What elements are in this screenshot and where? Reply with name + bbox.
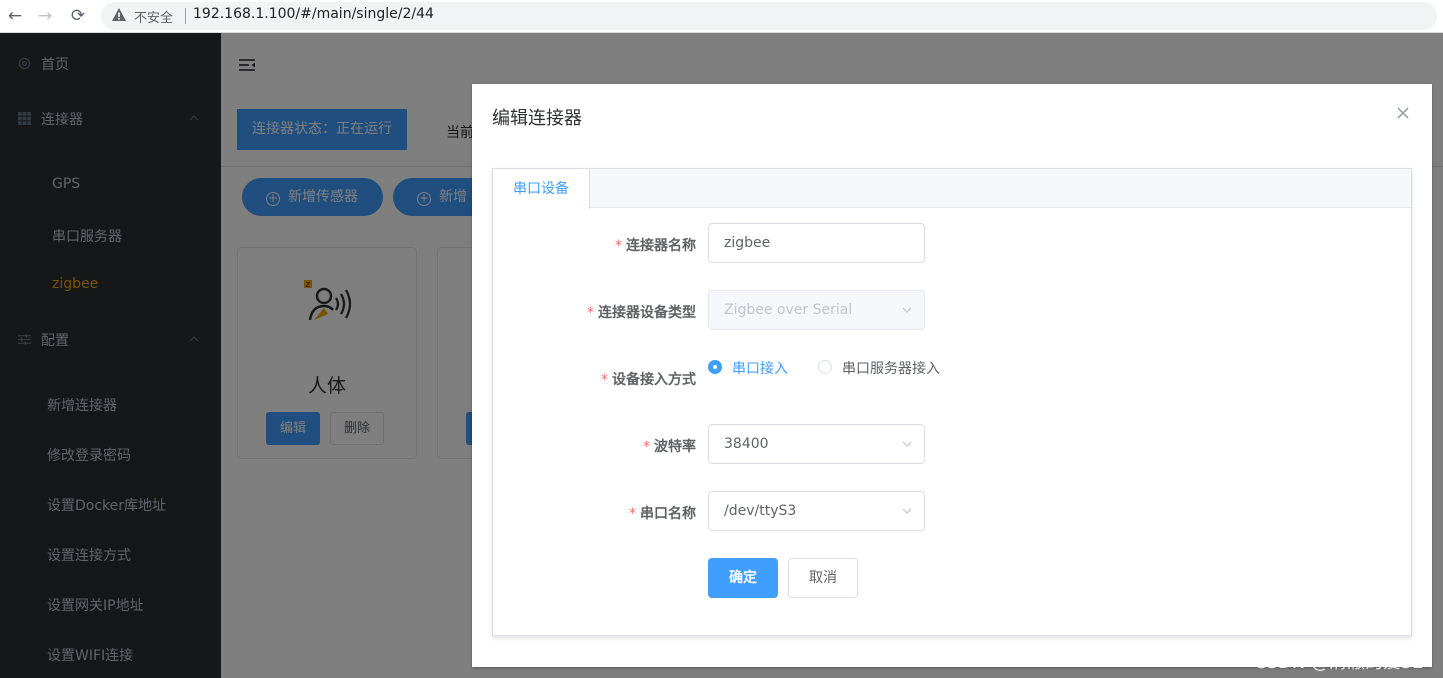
baud-rate-value: 38400 bbox=[724, 436, 769, 452]
address-bar[interactable]: 不安全 192.168.1.100/#/main/single/2/44 bbox=[101, 2, 1437, 30]
warning-icon[interactable] bbox=[111, 7, 127, 23]
insecure-label: 不安全 bbox=[134, 11, 174, 26]
required-asterisk: * bbox=[601, 372, 608, 388]
forward-arrow-icon[interactable]: → bbox=[33, 4, 57, 28]
serial-port-label: * 串口名称 bbox=[629, 503, 696, 523]
radio-serial-server-access[interactable]: 串口服务器接入 bbox=[818, 358, 958, 377]
required-asterisk: * bbox=[615, 238, 622, 254]
chevron-down-icon bbox=[902, 307, 912, 313]
radio-dot bbox=[708, 360, 722, 374]
device-type-select[interactable]: Zigbee over Serial bbox=[708, 290, 925, 330]
radio-dot bbox=[818, 360, 832, 374]
close-icon[interactable] bbox=[1396, 106, 1410, 120]
watermark: CSDN @清澈的爱52 bbox=[1254, 652, 1424, 673]
serial-port-value: /dev/ttyS3 bbox=[724, 503, 797, 519]
baud-rate-label-text: 波特率 bbox=[654, 439, 696, 455]
url-text[interactable]: 192.168.1.100/#/main/single/2/44 bbox=[193, 6, 434, 22]
name-label-text: 连接器名称 bbox=[626, 238, 696, 254]
access-mode-label: * 设备接入方式 bbox=[601, 369, 696, 389]
dialog-title: 编辑连接器 bbox=[492, 108, 582, 129]
access-mode-label-text: 设备接入方式 bbox=[612, 372, 696, 388]
required-asterisk: * bbox=[629, 506, 636, 522]
required-asterisk: * bbox=[587, 305, 594, 321]
browser-toolbar: ← → ⟳ 不安全 192.168.1.100/#/main/single/2/… bbox=[0, 0, 1443, 33]
baud-rate-label: * 波特率 bbox=[643, 436, 696, 456]
radio-label: 串口接入 bbox=[732, 361, 788, 377]
serial-port-label-text: 串口名称 bbox=[640, 506, 696, 522]
cancel-button[interactable]: 取消 bbox=[788, 558, 858, 598]
edit-connector-dialog: 编辑连接器 串口设备 * 连接器名称 zigbee * 连接器设备类型 Zigbee… bbox=[472, 84, 1432, 667]
device-type-value: Zigbee over Serial bbox=[724, 302, 853, 318]
device-type-label-text: 连接器设备类型 bbox=[598, 305, 696, 321]
tabs-header: 串口设备 bbox=[493, 169, 1411, 209]
tabs-card: 串口设备 * 连接器名称 zigbee * 连接器设备类型 Zigbee over … bbox=[492, 168, 1412, 636]
serial-port-select[interactable]: /dev/ttyS3 bbox=[708, 491, 925, 531]
required-asterisk: * bbox=[643, 439, 650, 455]
back-arrow-icon[interactable]: ← bbox=[3, 4, 27, 28]
address-separator bbox=[185, 8, 186, 24]
name-label: * 连接器名称 bbox=[615, 235, 696, 255]
device-type-label: * 连接器设备类型 bbox=[587, 302, 696, 322]
chevron-down-icon bbox=[902, 441, 912, 447]
reload-icon[interactable]: ⟳ bbox=[66, 4, 90, 28]
connector-name-input[interactable]: zigbee bbox=[708, 223, 925, 263]
chevron-down-icon bbox=[902, 508, 912, 514]
radio-label: 串口服务器接入 bbox=[842, 361, 940, 377]
radio-serial-access[interactable]: 串口接入 bbox=[708, 358, 798, 377]
tab-serial-device[interactable]: 串口设备 bbox=[493, 169, 590, 209]
baud-rate-select[interactable]: 38400 bbox=[708, 424, 925, 464]
confirm-button[interactable]: 确定 bbox=[708, 558, 778, 598]
